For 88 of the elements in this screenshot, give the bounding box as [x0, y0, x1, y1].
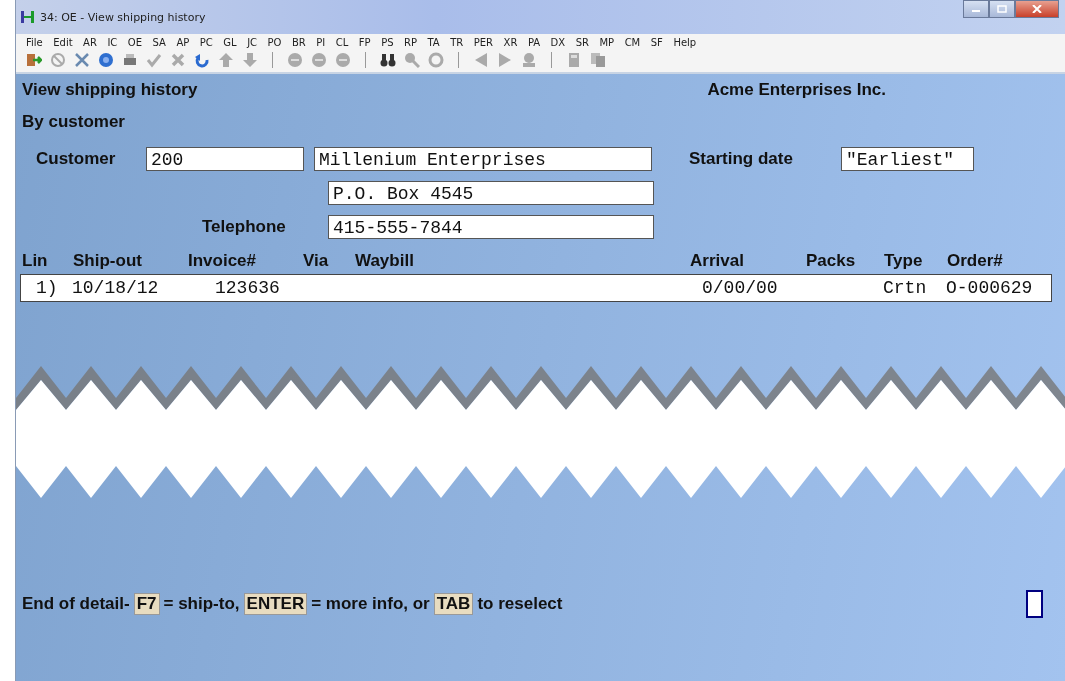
menu-item[interactable]: PS [381, 37, 394, 48]
column-header: Via [303, 251, 330, 271]
prompt-text: = ship-to, [163, 594, 240, 614]
screen-title: View shipping history [22, 80, 198, 100]
column-header: Lin [22, 251, 49, 271]
table-cell-text: 10/18/12 [72, 278, 160, 298]
left-icon[interactable] [473, 52, 489, 68]
customer-field[interactable]: 200 [146, 147, 304, 171]
undo-icon[interactable] [194, 52, 210, 68]
prompt-text: = more info, or [311, 594, 430, 614]
column-header: Type [884, 251, 924, 271]
menu-item[interactable]: SF [650, 37, 663, 48]
refresh-icon[interactable] [428, 52, 444, 68]
menu-item[interactable]: OE [127, 37, 143, 48]
menu-item[interactable]: PER [473, 37, 494, 48]
menu-item[interactable]: RP [404, 37, 417, 48]
column-header: Waybill [355, 251, 415, 271]
binoculars-icon[interactable] [380, 52, 396, 68]
close-icon [1032, 5, 1042, 13]
menu-item[interactable]: AR [83, 37, 97, 48]
menu-item[interactable]: DX [550, 37, 566, 48]
column-header: Order# [947, 251, 1004, 271]
table-cell-text: O-000629 [946, 278, 1034, 298]
app-icon [20, 9, 36, 25]
column-header: Packs [806, 251, 857, 271]
column-header: Ship-out [73, 251, 143, 271]
up-icon[interactable] [218, 52, 234, 68]
key-label: ENTER [243, 593, 308, 615]
table-cell-text: 123636 [215, 278, 281, 298]
column-header: Invoice# [188, 251, 258, 271]
starting-date-label: Starting date [689, 149, 794, 169]
right-icon[interactable] [497, 52, 513, 68]
menu-item[interactable]: PI [316, 37, 326, 48]
customer-name-field[interactable]: Millenium Enterprises [314, 147, 652, 171]
menu-item[interactable]: JC [247, 37, 258, 48]
menu-item[interactable]: XR [503, 37, 518, 48]
menu-item[interactable]: GL [223, 37, 237, 48]
close-button[interactable] [1015, 0, 1059, 18]
cross-icon[interactable] [170, 52, 186, 68]
maximize-button[interactable] [989, 0, 1015, 18]
menu-item[interactable]: BR [292, 37, 306, 48]
window-title: 34: OE - View shipping history [40, 10, 206, 24]
exit-icon[interactable] [26, 52, 42, 68]
menu-item[interactable]: SA [152, 37, 166, 48]
key-label: F7 [133, 593, 160, 615]
maximize-icon [997, 5, 1007, 13]
menu-item[interactable]: Help [673, 37, 697, 48]
menu-item[interactable]: Edit [53, 37, 73, 48]
menu-item[interactable]: AP [176, 37, 190, 48]
company-name: Acme Enterprises Inc. [707, 80, 886, 100]
menu-item[interactable]: CM [624, 37, 641, 48]
menu-item[interactable]: TR [450, 37, 464, 48]
menu-item[interactable]: PC [199, 37, 213, 48]
circle-icon[interactable] [335, 52, 351, 68]
address-field[interactable]: P.O. Box 4545 [328, 181, 654, 205]
check-icon[interactable] [146, 52, 162, 68]
telephone-label: Telephone [201, 217, 287, 237]
customer-label: Customer [35, 149, 117, 169]
menu-item[interactable]: PA [527, 37, 541, 48]
menu-item[interactable]: IC [107, 37, 118, 48]
copy-icon[interactable] [590, 52, 606, 68]
minimize-button[interactable] [963, 0, 989, 18]
zoom-icon[interactable] [404, 52, 420, 68]
calc-icon[interactable] [566, 52, 582, 68]
down-icon[interactable] [242, 52, 258, 68]
menu-item[interactable]: MP [599, 37, 615, 48]
circle-icon[interactable] [311, 52, 327, 68]
table-cell-text: Crtn [883, 278, 928, 298]
starting-date-field[interactable]: "Earliest" [841, 147, 974, 171]
menu-item[interactable]: File [26, 37, 43, 48]
circle-icon[interactable] [287, 52, 303, 68]
column-header: Arrival [690, 251, 745, 271]
prompt-text: End of detail- [22, 594, 130, 614]
table-cell-text: 0/00/00 [702, 278, 779, 298]
menu-item[interactable]: CL [335, 37, 349, 48]
telephone-field[interactable]: 415-555-7844 [328, 215, 654, 239]
line-number: 1) [35, 278, 59, 298]
menu-item[interactable]: FP [358, 37, 371, 48]
menu-item[interactable]: SR [575, 37, 589, 48]
table-row[interactable]: 1) 10/18/12 123636 0/00/00 Crtn O-000629 [20, 274, 1052, 302]
screen-subtitle: By customer [22, 112, 126, 132]
menu-item[interactable]: TA [427, 37, 440, 48]
menu-item[interactable]: PO [267, 37, 282, 48]
cursor-box [1026, 590, 1043, 618]
key-label: TAB [433, 593, 474, 615]
stop-icon[interactable] [50, 52, 66, 68]
prompt-text: to reselect [477, 594, 563, 614]
printer-icon[interactable] [122, 52, 138, 68]
